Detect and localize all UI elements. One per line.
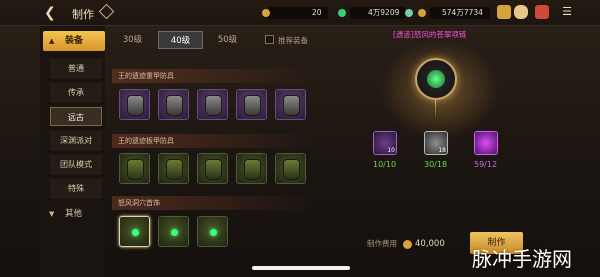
sidebar-item-special[interactable]: 特殊 (50, 179, 102, 198)
chest-icon[interactable] (514, 5, 528, 19)
cost-label: 制作费用 (367, 239, 397, 248)
sidebar-item-inherit[interactable]: 传承 (50, 83, 102, 102)
sidebar-item-abyss-party[interactable]: 深渊派对 (50, 131, 102, 150)
equip-slot[interactable] (119, 153, 150, 184)
sidebar-category-equipment[interactable]: ▲ 装备 (43, 31, 105, 51)
gem-icon (132, 229, 139, 236)
equip-slot[interactable] (197, 153, 228, 184)
armor-icon (244, 95, 261, 116)
coin-icon (262, 9, 270, 17)
sidebar-item-team-mode[interactable]: 团队模式 (50, 155, 102, 174)
equip-slot[interactable] (275, 153, 306, 184)
armor-icon (244, 159, 261, 180)
recommend-checkbox[interactable] (265, 35, 274, 44)
gem-icon (210, 229, 217, 236)
material-slot-2[interactable]: 18 (424, 131, 448, 155)
equip-slot[interactable] (197, 216, 228, 247)
material-count-1: 10/10 (373, 160, 397, 169)
equip-slot[interactable] (158, 153, 189, 184)
material-badge: 10 (387, 147, 395, 154)
craft-item-label: [遗迹]怒风的苍翠项链 (393, 30, 467, 39)
necklace-icon (427, 70, 445, 88)
equip-slot[interactable] (236, 89, 267, 120)
mail-icon[interactable] (535, 5, 549, 19)
currency-1-value: 20 (312, 8, 322, 17)
gold-coin-icon (403, 239, 412, 249)
currency-3-value: 574万7734 (442, 8, 483, 17)
equip-slot-selected[interactable] (119, 216, 150, 247)
home-indicator[interactable] (252, 266, 350, 270)
tab-level-50[interactable]: 50级 (205, 31, 250, 49)
material-slot-3[interactable] (474, 131, 498, 155)
tab-level-30[interactable]: 30级 (110, 31, 155, 49)
gem-icon-2 (405, 6, 413, 20)
currency-1 (262, 6, 270, 20)
group-title-accessories: 怒风洞穴首饰 (112, 196, 317, 210)
craft-cost: 制作费用 40,000 (367, 238, 445, 249)
armor-icon (166, 95, 183, 116)
armor-icon (127, 159, 144, 180)
connector-line (435, 100, 436, 120)
gem-icon (171, 229, 178, 236)
sidebar-category-other[interactable]: ▼ 其他 (43, 205, 105, 223)
chevron-up-icon: ▲ (49, 37, 55, 45)
chevron-down-icon: ▼ (49, 210, 55, 218)
armor-icon (283, 159, 300, 180)
bag-icon[interactable] (497, 5, 511, 19)
equip-slot[interactable] (197, 89, 228, 120)
recommend-label: 推荐装备 (278, 36, 308, 45)
material-count-2: 30/18 (424, 160, 448, 169)
equip-slot[interactable] (119, 89, 150, 120)
sidebar-item-normal[interactable]: 普通 (50, 59, 102, 78)
equipment-panel: 王的遗迹重甲防具 王的遗迹板甲防具 怒风洞穴首饰 (112, 58, 327, 277)
tab-level-40[interactable]: 40级 (158, 31, 203, 49)
equip-slot[interactable] (158, 216, 189, 247)
equip-slot[interactable] (158, 89, 189, 120)
watermark-text: 脉冲手游网 (472, 247, 572, 271)
arrow-left-icon[interactable]: ❮ (44, 5, 58, 21)
group-title-plate-armor: 王的遗迹板甲防具 (112, 134, 317, 148)
recommend-toggle[interactable]: 推荐装备 (265, 35, 308, 46)
currency-2-value: 4万9209 (368, 8, 400, 17)
page-title: 制作 (72, 8, 94, 21)
equip-slot[interactable] (236, 153, 267, 184)
sidebar-other-label: 其他 (65, 209, 83, 219)
menu-icon[interactable]: ☰ (559, 5, 575, 19)
armor-icon (283, 95, 300, 116)
armor-icon (127, 95, 144, 116)
craft-target-slot[interactable] (415, 58, 457, 100)
sidebar-item-ancient[interactable]: 远古 (50, 107, 102, 126)
material-count-3: 59/12 (474, 160, 498, 169)
cost-value: 40,000 (415, 239, 445, 249)
material-badge: 18 (438, 147, 446, 154)
armor-icon (166, 159, 183, 180)
armor-icon (205, 159, 222, 180)
gem-icon-1 (338, 6, 346, 20)
group-title-heavy-armor: 王的遗迹重甲防具 (112, 69, 317, 83)
material-slot-1[interactable]: 10 (373, 131, 397, 155)
armor-icon (205, 95, 222, 116)
sidebar-category-label: 装备 (64, 36, 83, 46)
gold-icon (418, 6, 426, 20)
equip-slot[interactable] (275, 89, 306, 120)
